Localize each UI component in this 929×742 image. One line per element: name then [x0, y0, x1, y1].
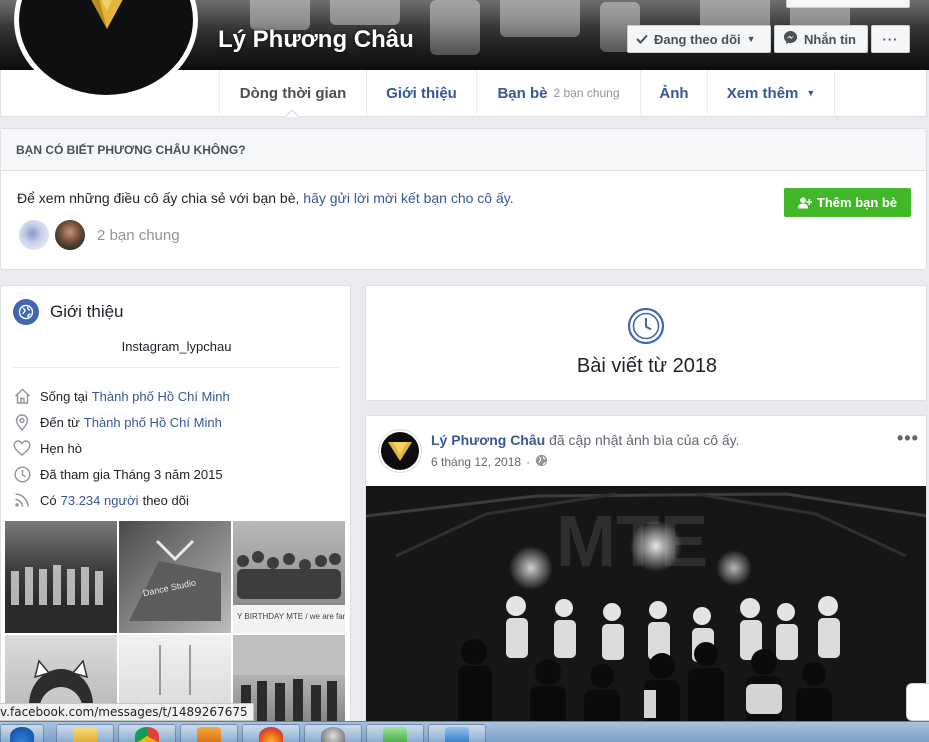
cover-top-button[interactable]: [786, 0, 910, 8]
posts-from-year-card[interactable]: Bài viết từ 2018: [365, 285, 927, 401]
lives-in-link[interactable]: Thành phố Hồ Chí Minh: [92, 389, 230, 404]
caret-down-icon: ▼: [806, 88, 816, 98]
photo-thumbnail[interactable]: Y BIRTHDAY MTE / we are family: [233, 521, 345, 633]
post-action-text: đã cập nhật ảnh bìa của cô ấy.: [549, 432, 740, 448]
tab-more[interactable]: Xem thêm ▼: [707, 70, 835, 116]
heart-icon: [13, 439, 31, 457]
taskbar-firefox[interactable]: [242, 724, 300, 742]
profile-name[interactable]: Lý Phương Châu: [218, 26, 414, 54]
svg-text:Y BIRTHDAY MTE / we are family: Y BIRTHDAY MTE / we are family: [237, 612, 345, 621]
mutual-friends[interactable]: 2 bạn chung: [17, 218, 180, 252]
photo-thumbnail[interactable]: [5, 521, 117, 633]
status-bar-url: v.facebook.com/messages/t/1489267675: [0, 703, 254, 721]
firefox-icon: [259, 727, 283, 742]
os-taskbar: [0, 721, 929, 742]
post-photo[interactable]: MTE: [366, 486, 926, 741]
divider: [13, 367, 339, 368]
taskbar-window[interactable]: [428, 724, 486, 742]
photo-thumbnail[interactable]: Dance Studio: [119, 521, 231, 633]
intro-bio: Instagram_lypchau: [121, 339, 232, 354]
mutual-friend-avatar[interactable]: [17, 218, 51, 252]
friend-suggestion-text: Để xem những điều cô ấy chia sẻ với bạn …: [17, 190, 514, 206]
clock-icon: [13, 465, 31, 483]
tab-about[interactable]: Giới thiệu: [366, 70, 476, 116]
taskbar-folder[interactable]: [56, 724, 114, 742]
mutual-friends-count: 2 bạn chung: [553, 86, 620, 100]
app-icon: [321, 727, 345, 742]
taskbar-notes[interactable]: [366, 724, 424, 742]
taskbar-media-player[interactable]: [180, 724, 238, 742]
posts-from-year-label: Bài viết từ 2018: [576, 355, 718, 377]
post-header: Lý Phương Châu đã cập nhật ảnh bìa của c…: [431, 432, 740, 448]
ie-icon: [10, 727, 34, 742]
mutual-friend-avatar[interactable]: [53, 218, 87, 252]
following-button[interactable]: Đang theo dõi ▼: [627, 25, 771, 53]
globe-icon: [13, 299, 39, 325]
messenger-icon: [783, 30, 798, 48]
window-icon: [445, 727, 469, 742]
from-link[interactable]: Thành phố Hồ Chí Minh: [84, 415, 222, 430]
intro-row-from: Đến từ Thành phố Hồ Chí Minh: [13, 413, 222, 431]
taskbar-chrome[interactable]: [118, 724, 176, 742]
more-actions-button[interactable]: ···: [871, 25, 910, 53]
post-author-link[interactable]: Lý Phương Châu: [431, 432, 545, 448]
friend-suggestion-heading: BẠN CÓ BIẾT PHƯƠNG CHÂU KHÔNG?: [1, 129, 926, 171]
globe-privacy-icon[interactable]: [535, 454, 548, 470]
caret-down-icon: ▼: [746, 34, 756, 44]
side-chat-chip[interactable]: [906, 683, 929, 721]
clock-icon: [627, 307, 665, 348]
rss-icon: [13, 491, 31, 509]
start-ie-button[interactable]: [0, 724, 44, 742]
media-player-icon: [197, 727, 221, 742]
post-date[interactable]: 6 tháng 12, 2018: [431, 455, 521, 469]
tab-friends[interactable]: Bạn bè 2 bạn chung: [476, 70, 640, 116]
send-request-link[interactable]: hãy gửi lời mời kết bạn cho cô ấy.: [303, 190, 513, 206]
chrome-icon: [135, 727, 159, 742]
add-friend-icon: [797, 196, 812, 208]
notes-icon: [383, 727, 407, 742]
post-options-button[interactable]: •••: [897, 428, 919, 449]
post-author-avatar[interactable]: [378, 429, 422, 473]
location-pin-icon: [13, 413, 31, 431]
friend-suggestion-card: BẠN CÓ BIẾT PHƯƠNG CHÂU KHÔNG? Để xem nh…: [0, 128, 927, 270]
message-label: Nhắn tin: [804, 31, 856, 47]
folder-icon: [73, 727, 97, 742]
intro-row-joined: Đã tham gia Tháng 3 năm 2015: [13, 465, 223, 483]
intro-card: Giới thiệu Instagram_lypchau Sống tại Thà…: [0, 285, 351, 742]
message-button[interactable]: Nhắn tin: [774, 25, 868, 53]
intro-title: Giới thiệu: [50, 302, 124, 321]
intro-row-relationship: Hẹn hò: [13, 439, 82, 457]
home-icon: [13, 387, 31, 405]
following-label: Đang theo dõi: [654, 31, 741, 47]
post-meta: 6 tháng 12, 2018 ·: [431, 454, 548, 470]
diamond-logo-icon: [91, 0, 123, 29]
mutual-friends-label[interactable]: 2 bạn chung: [97, 227, 180, 244]
diamond-logo-icon: [388, 442, 412, 461]
taskbar-app[interactable]: [304, 724, 362, 742]
check-icon: [636, 32, 648, 47]
add-friend-button[interactable]: Thêm bạn bè: [784, 188, 911, 217]
followers-link[interactable]: 73.234 người: [61, 493, 139, 508]
intro-row-lives-in: Sống tại Thành phố Hồ Chí Minh: [13, 387, 230, 405]
post-card: Lý Phương Châu đã cập nhật ảnh bìa của c…: [365, 415, 927, 742]
intro-row-followers: Có 73.234 người theo dõi: [13, 491, 189, 509]
tab-photos[interactable]: Ảnh: [640, 70, 707, 116]
